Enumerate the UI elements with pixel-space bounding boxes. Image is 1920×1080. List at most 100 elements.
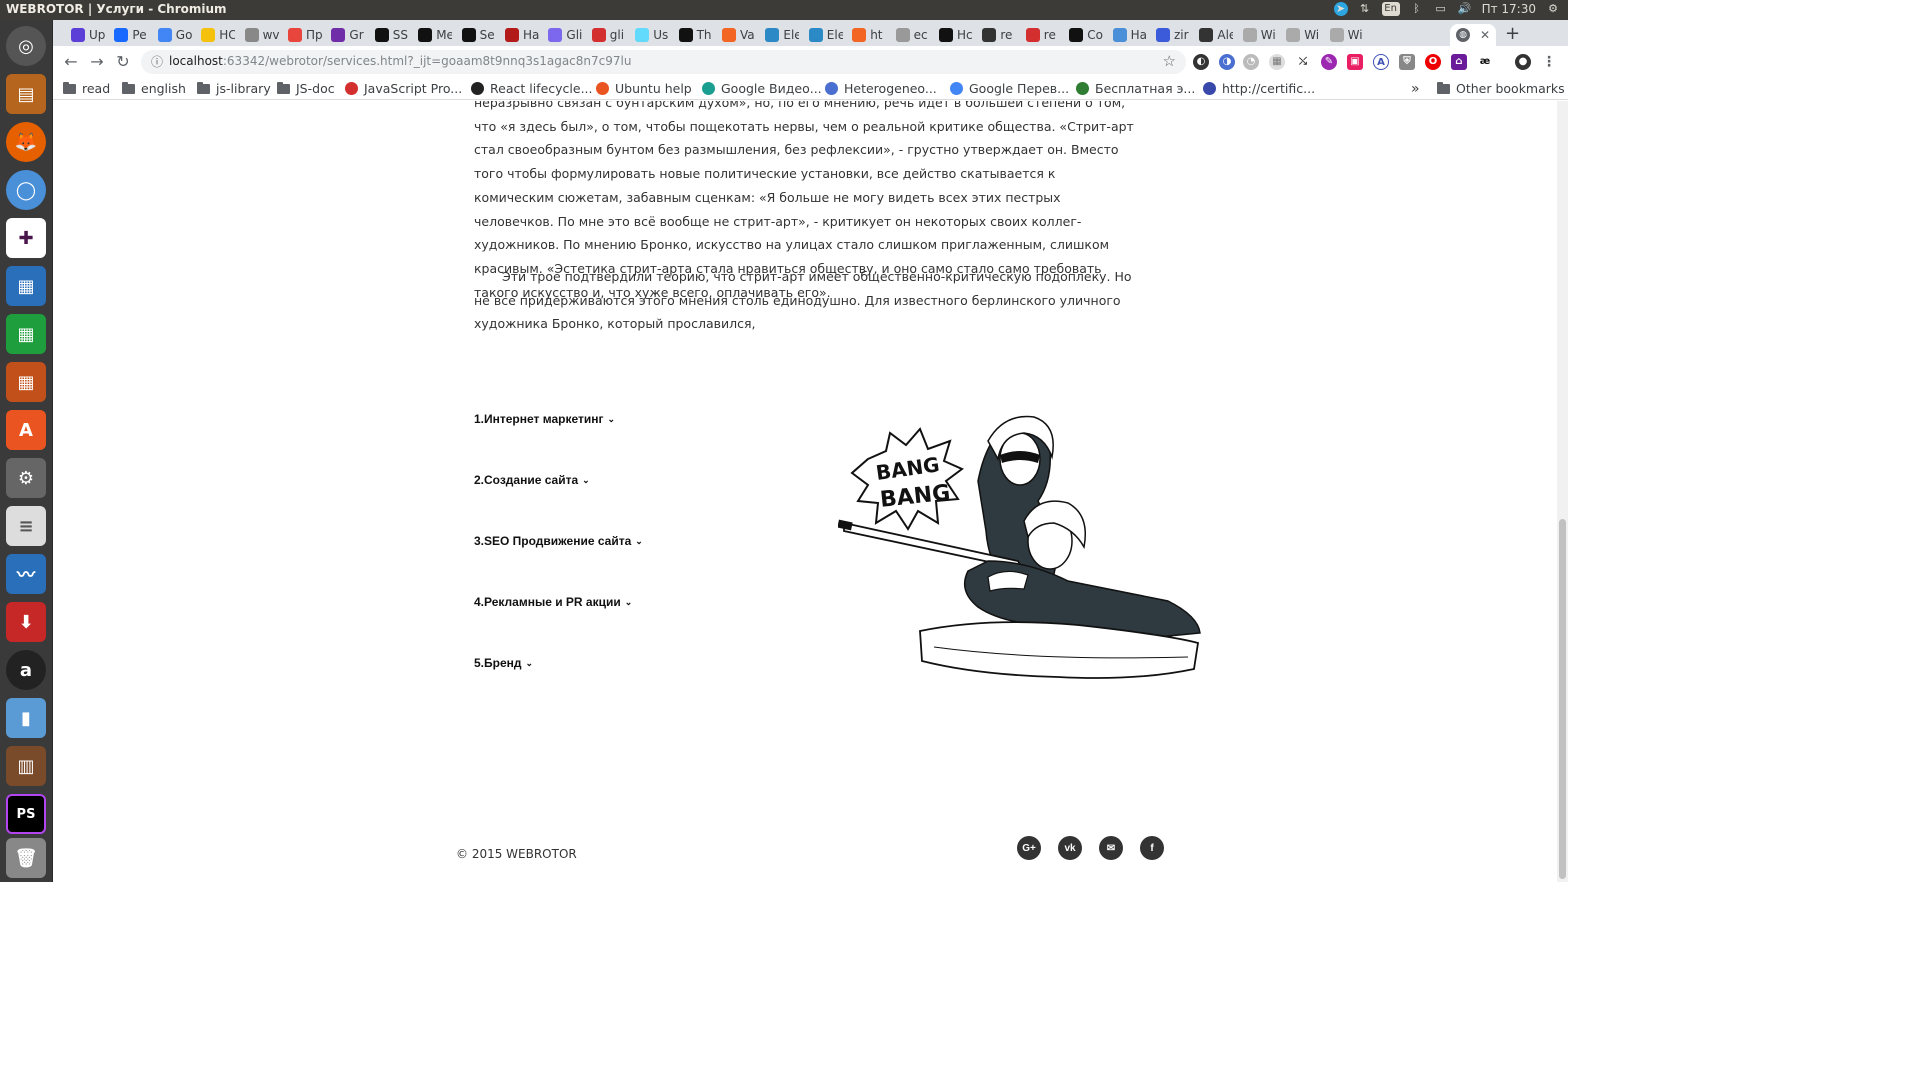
tab-item[interactable]: Ha [1107,24,1147,46]
tab-active[interactable]: ◍ ✕ [1450,24,1496,46]
bluetooth-icon[interactable]: ᛒ [1410,2,1424,16]
bookmark-star-icon[interactable]: ☆ [1163,52,1176,70]
bookmark-item[interactable]: JavaScript Pro... [345,81,462,96]
address-bar[interactable]: ⓘ localhost:63342/webrotor/services.html… [141,50,1186,74]
extension-icon-11[interactable]: ⌂ [1451,54,1467,70]
trash-icon[interactable]: 🗑 [6,838,46,878]
url-text[interactable]: localhost:63342/webrotor/services.html?_… [169,54,631,68]
tab-item[interactable]: Co [1063,24,1103,46]
system-settings-icon[interactable]: ⚙ [6,458,46,498]
tab-item[interactable]: Ha [499,24,539,46]
tab-item[interactable]: gli [586,24,626,46]
tab-item[interactable]: HC [195,24,235,46]
site-info-icon[interactable]: ⓘ [151,53,163,70]
service-item-internet-marketing[interactable]: 1.Интернет маркетинг ⌄ [474,412,615,426]
extension-icon-3[interactable]: ◔ [1243,54,1259,70]
tab-item[interactable]: zir [1150,24,1190,46]
tab-item[interactable]: Go [152,24,192,46]
page-scrollbar[interactable] [1557,101,1568,882]
scrollbar-thumb[interactable] [1559,519,1566,879]
tab-item[interactable]: re [976,24,1016,46]
close-tab-icon[interactable]: ✕ [1480,28,1490,42]
extension-icon-1[interactable]: ◐ [1193,54,1209,70]
tab-item[interactable]: re [1020,24,1060,46]
extension-icon-4[interactable]: ▦ [1269,54,1285,70]
tab-item[interactable]: SS [369,24,409,46]
extension-icon-8[interactable]: A [1373,54,1389,70]
forward-button[interactable]: → [87,52,107,72]
bookmark-item[interactable]: http://certific... [1203,81,1315,96]
tab-item[interactable]: Ele [803,24,843,46]
clock[interactable]: Пт 17:30 [1482,2,1536,16]
extension-icon-12[interactable]: æ [1477,54,1493,70]
reload-button[interactable]: ↻ [113,52,133,72]
new-tab-button[interactable]: + [1505,23,1520,44]
libreoffice-writer-icon[interactable]: ▦ [6,266,46,306]
email-icon[interactable]: ✉ [1099,836,1123,860]
installer-icon[interactable]: ⬇ [6,602,46,642]
extension-icon-9[interactable]: ⛨ [1399,54,1415,70]
menu-kebab-icon[interactable]: ⋮ [1541,54,1557,70]
tab-item[interactable]: Up [65,24,105,46]
tab-item[interactable]: Gli [542,24,582,46]
ubuntu-dash-icon[interactable]: ◎ [6,26,46,66]
tab-item[interactable]: Me [412,24,452,46]
battery-icon[interactable]: ▭ [1434,2,1448,16]
libreoffice-calc-icon[interactable]: ▦ [6,314,46,354]
network-transfer-icon[interactable]: ⇅ [1358,2,1372,16]
bookmark-folder[interactable]: english [122,81,186,96]
tab-item[interactable]: Wi [1280,24,1320,46]
other-bookmarks[interactable]: Other bookmarks [1437,81,1565,96]
firefox-icon[interactable]: 🦊 [6,122,46,162]
text-editor-icon[interactable]: ≡ [6,506,46,546]
tab-item[interactable]: ht [846,24,886,46]
extension-icon-6[interactable]: ✎ [1321,54,1337,70]
telegram-icon[interactable]: ➤ [1333,2,1348,16]
keyboard-layout-indicator[interactable]: En [1381,2,1400,16]
tab-item[interactable]: ec [890,24,930,46]
tab-item[interactable]: Us [629,24,669,46]
volume-icon[interactable]: 🔊 [1458,2,1472,16]
bookmark-item[interactable]: Google Перев... [950,81,1069,96]
bookmarks-overflow-button[interactable]: » [1411,81,1420,97]
back-button[interactable]: ← [61,52,81,72]
extension-icon-10[interactable]: O [1425,54,1441,70]
extension-icon-2[interactable]: ◑ [1219,54,1235,70]
bookmark-folder[interactable]: JS-doc [277,81,335,96]
tab-item[interactable]: Wi [1324,24,1364,46]
vk-icon[interactable]: vk [1058,836,1082,860]
tab-item[interactable]: Ele [759,24,799,46]
tab-item[interactable]: Hc [933,24,973,46]
tab-item[interactable]: Pe [108,24,148,46]
settings-gear-icon[interactable]: ⚙ [1546,2,1560,16]
tab-item[interactable]: Th [673,24,713,46]
facebook-icon[interactable]: f [1140,836,1164,860]
bookmark-item[interactable]: React lifecycle... [471,81,592,96]
bookmark-item[interactable]: Google Видео... [702,81,822,96]
tab-item[interactable]: Gr [325,24,365,46]
bookmark-item[interactable]: Heterogeneo... [825,81,937,96]
library-icon[interactable]: ▥ [6,746,46,786]
service-item-website-creation[interactable]: 2.Создание сайта ⌄ [474,473,590,487]
system-monitor-icon[interactable]: 〰 [6,554,46,594]
tab-item[interactable]: Se [456,24,496,46]
google-plus-icon[interactable]: G+ [1017,836,1041,860]
libreoffice-impress-icon[interactable]: ▦ [6,362,46,402]
bookmark-folder[interactable]: js-library [197,81,271,96]
profile-avatar-icon[interactable]: ● [1515,54,1531,70]
service-item-brand[interactable]: 5.Бренд ⌄ [474,656,533,670]
bookmark-item[interactable]: Бесплатная э... [1076,81,1195,96]
tab-item[interactable]: wv [239,24,279,46]
tab-item[interactable]: Va [716,24,756,46]
software-center-icon[interactable]: A [6,410,46,450]
service-item-advertising-pr[interactable]: 4.Рекламные и PR акции ⌄ [474,595,632,609]
files-icon[interactable]: ▤ [6,74,46,114]
tab-item[interactable]: Пр [282,24,322,46]
amazon-icon[interactable]: a [6,650,46,690]
extension-icon-5[interactable]: ⤯ [1295,54,1311,70]
bookmark-item[interactable]: Ubuntu help [596,81,692,96]
chromium-icon[interactable]: ◯ [6,170,46,210]
phpstorm-icon[interactable]: PS [6,794,46,834]
extension-icon-7[interactable]: ▣ [1347,54,1363,70]
slack-icon[interactable]: ✚ [6,218,46,258]
